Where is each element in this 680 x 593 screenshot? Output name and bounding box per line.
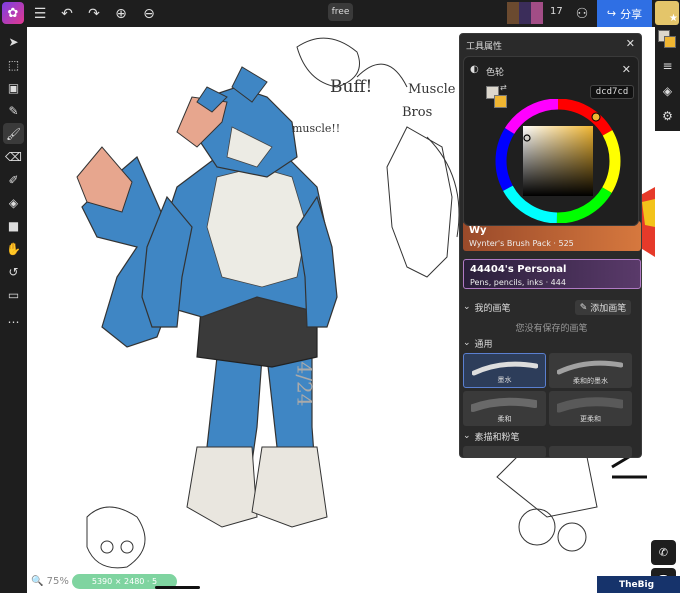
chevron-down-icon: ⌄ xyxy=(463,338,471,348)
phone-icon[interactable]: ✆ xyxy=(651,540,676,565)
eyedropper-icon[interactable]: ✎ xyxy=(3,100,24,121)
canvas-text-date: 4/24 xyxy=(292,361,317,407)
share-label: 分享 xyxy=(620,7,643,21)
canvas-text-buff: Buff! xyxy=(330,77,373,97)
plan-badge[interactable]: free xyxy=(328,3,353,21)
soft-ink-stroke-icon xyxy=(557,360,623,375)
color-wheel-popup: ◐ 色轮 ✕ ⇄ dcd7cd xyxy=(463,56,639,226)
share-button[interactable]: ↪ 分享 xyxy=(597,0,652,27)
transform-icon[interactable]: ▣ xyxy=(3,77,24,98)
general-section[interactable]: ⌄ 通用 xyxy=(463,336,641,350)
close-icon[interactable]: ✕ xyxy=(622,63,631,76)
soft-stroke-icon xyxy=(471,397,537,412)
chevron-down-icon: ⌄ xyxy=(463,431,471,441)
sketch-section[interactable]: ⌄ 素描和粉笔 xyxy=(463,429,641,443)
hex-input[interactable]: dcd7cd xyxy=(590,85,634,99)
zoom-level[interactable]: 🔍 75% xyxy=(31,576,69,587)
brush-soft-ink[interactable]: 柔和的墨水 xyxy=(549,353,632,388)
layers-icon[interactable]: ◈ xyxy=(657,80,678,101)
viewer-count: 17 xyxy=(550,6,563,17)
zoom-out-icon[interactable]: ⊖ xyxy=(139,4,159,24)
right-toolbar: ≡ ◈ ⚙ xyxy=(655,27,680,131)
zoom-in-icon[interactable]: ⊕ xyxy=(111,4,131,24)
comment-icon[interactable]: ▭ xyxy=(3,284,24,305)
brush-sketch-1[interactable] xyxy=(463,446,546,458)
app-logo-icon[interactable]: ✿ xyxy=(2,2,24,24)
add-user-icon[interactable]: ⚇ xyxy=(572,4,592,24)
brush-soft[interactable]: 柔和 xyxy=(463,391,546,426)
chevron-down-icon: ⌄ xyxy=(463,302,471,312)
canvas-text-muscle: Muscle xyxy=(408,82,456,97)
color-wheel-title: 色轮 xyxy=(486,68,505,78)
magnifier-icon: 🔍 xyxy=(31,576,44,587)
brush-sketch-2[interactable] xyxy=(549,446,632,458)
smudge-icon[interactable]: ✐ xyxy=(3,169,24,190)
top-toolbar: ✿ ☰ ↶ ↷ ⊕ ⊖ free 17 ⚇ ↪ 分享 ★ xyxy=(0,0,680,27)
brush-softer[interactable]: 更柔和 xyxy=(549,391,632,426)
redo-icon[interactable]: ↷ xyxy=(84,4,104,24)
home-indicator xyxy=(155,586,200,589)
brush-ink[interactable]: 墨水 xyxy=(463,353,546,388)
shape-icon[interactable]: ■ xyxy=(3,215,24,236)
eraser-icon[interactable]: ⌫ xyxy=(3,146,24,167)
menu-icon[interactable]: ☰ xyxy=(30,4,50,24)
swap-icon[interactable]: ⇄ xyxy=(500,83,507,92)
select-rect-icon[interactable]: ⬚ xyxy=(3,54,24,75)
brush-icon[interactable]: 🖌 xyxy=(3,123,24,144)
left-toolbar: ➤ ⬚ ▣ ✎ 🖌 ⌫ ✐ ◈ ■ ✋ ↺ ▭ ⋯ xyxy=(0,27,27,593)
hue-wheel[interactable] xyxy=(492,99,624,223)
brush-plus-icon: ✎ xyxy=(579,302,588,313)
undo-history-icon[interactable]: ↺ xyxy=(3,261,24,282)
brush-pack-44404[interactable]: 44404's Personal Pens, pencils, inks · 4… xyxy=(463,259,641,289)
move-icon[interactable]: ➤ xyxy=(3,31,24,52)
watermark: TheBig xyxy=(597,576,680,593)
hand-icon[interactable]: ✋ xyxy=(3,238,24,259)
more-icon[interactable]: ⋯ xyxy=(3,311,24,332)
undo-icon[interactable]: ↶ xyxy=(57,4,77,24)
color-icon[interactable] xyxy=(658,30,677,49)
fill-icon[interactable]: ◈ xyxy=(3,192,24,213)
star-icon: ★ xyxy=(669,13,678,24)
panel-title: 工具属性 xyxy=(466,42,503,52)
add-brush-button[interactable]: ✎ 添加画笔 xyxy=(575,300,631,315)
canvas-text-bros: Bros xyxy=(402,105,433,120)
sliders-icon[interactable]: ≡ xyxy=(657,55,678,76)
empty-brushes-note: 您没有保存的画笔 xyxy=(515,324,588,334)
canvas-text-muscle-small: muscle!! xyxy=(292,122,341,135)
settings-icon[interactable]: ⚙ xyxy=(657,105,678,126)
palette-icon: ◐ xyxy=(470,64,479,75)
softer-stroke-icon xyxy=(557,397,623,413)
collaborator-avatars[interactable] xyxy=(507,2,543,24)
share-icon: ↪ xyxy=(606,7,617,20)
close-icon[interactable]: ✕ xyxy=(626,37,635,50)
